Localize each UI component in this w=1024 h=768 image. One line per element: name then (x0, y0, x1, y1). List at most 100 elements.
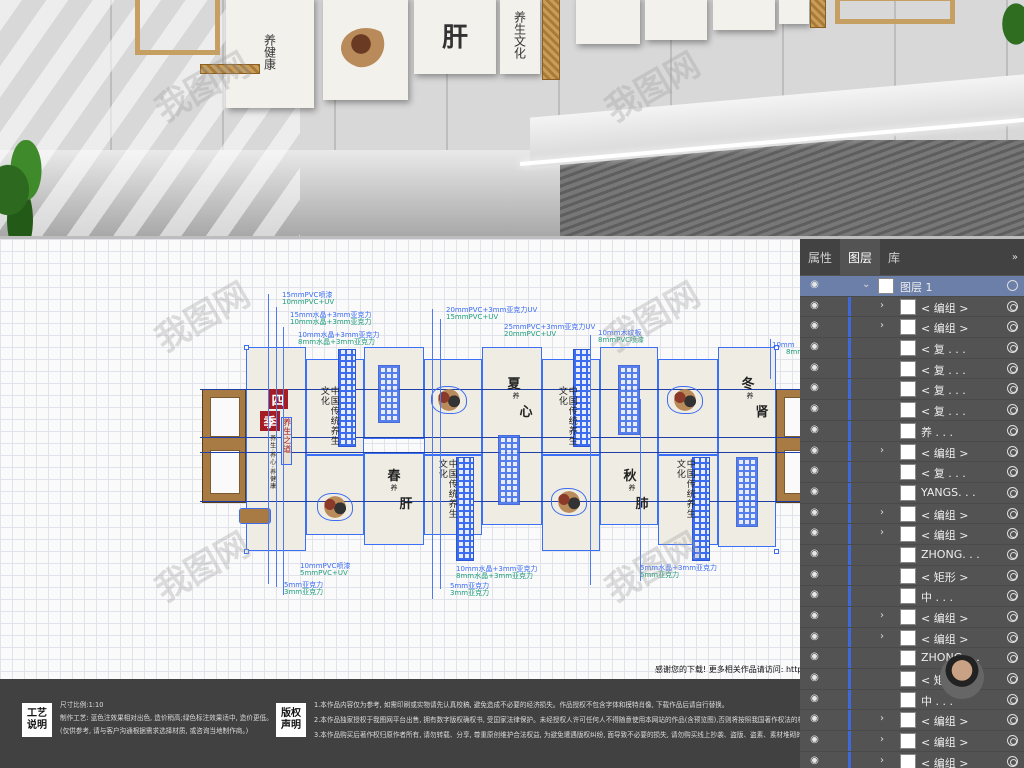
layer-row[interactable]: ◉ 中 . . . (800, 689, 1024, 711)
visibility-eye-icon[interactable]: ◉ (808, 755, 821, 766)
layer-row[interactable]: ◉ < 复 . . . (800, 462, 1024, 483)
layer-name[interactable]: 中 . . . (921, 693, 953, 709)
target-icon[interactable] (1007, 611, 1018, 622)
target-icon[interactable] (1007, 486, 1018, 498)
visibility-eye-icon[interactable]: ◉ (808, 548, 821, 559)
visibility-eye-icon[interactable]: ◉ (808, 321, 821, 331)
visibility-eye-icon[interactable]: ◉ (808, 342, 821, 352)
layer-row[interactable]: ◉ ZHONG. . . (800, 544, 1024, 566)
target-icon[interactable] (1007, 424, 1018, 436)
tab-properties[interactable]: 属性 (800, 239, 840, 275)
target-icon[interactable] (1007, 300, 1018, 312)
visibility-eye-icon[interactable]: ◉ (808, 445, 821, 456)
layer-name[interactable]: 养 . . . (921, 424, 953, 440)
layer-name[interactable]: < 编组 > (921, 527, 968, 543)
panel-menu-icon[interactable]: » (1012, 252, 1018, 263)
target-icon[interactable] (1007, 445, 1018, 457)
visibility-eye-icon[interactable]: ◉ (808, 362, 821, 373)
target-icon[interactable] (1007, 466, 1018, 478)
target-icon[interactable] (1007, 735, 1018, 747)
layer-row[interactable]: ◉ › < 编组 > (800, 524, 1024, 545)
tab-layers[interactable]: 图层 (840, 239, 881, 275)
layer-name[interactable]: ZHONG. . . (921, 548, 980, 561)
visibility-eye-icon[interactable]: ◉ (808, 486, 821, 497)
target-icon[interactable] (1007, 507, 1018, 519)
layer-row[interactable]: ◉ 养 . . . (800, 420, 1024, 442)
twirl-closed-icon[interactable]: › (880, 713, 884, 724)
target-icon[interactable] (1007, 673, 1018, 685)
twirl-closed-icon[interactable]: › (880, 445, 884, 456)
layer-name[interactable]: < 复 . . . (921, 362, 966, 378)
layer-name[interactable]: < 复 . . . (921, 382, 966, 398)
twirl-open-icon[interactable]: ⌄ (862, 279, 870, 290)
layer-row[interactable]: ◉ 中 . . . (800, 586, 1024, 607)
visibility-eye-icon[interactable]: ◉ (808, 631, 821, 642)
layer-row[interactable]: ◉ < 复 . . . (800, 379, 1024, 401)
layer-name[interactable]: < 复 . . . (921, 341, 966, 357)
target-icon[interactable] (1007, 548, 1018, 560)
layer-name[interactable]: YANGS. . . (921, 486, 976, 499)
layer-row[interactable]: ◉< 矩形 > (800, 565, 1024, 587)
visibility-eye-icon[interactable]: ◉ (808, 714, 821, 724)
layer-name[interactable]: < 编组 > (921, 734, 968, 750)
layer-name[interactable]: < 编组 > (921, 300, 968, 316)
layer-name[interactable]: < 编组 > (921, 445, 968, 461)
visibility-eye-icon[interactable]: ◉ (808, 507, 821, 518)
twirl-closed-icon[interactable]: › (880, 734, 884, 745)
visibility-eye-icon[interactable]: ◉ (808, 404, 821, 414)
layer-row[interactable]: ◉ YANGS. . . (800, 482, 1024, 504)
layer-row[interactable]: ◉< 矩形 > (800, 669, 1024, 690)
layer-name[interactable]: 中 . . . (921, 589, 953, 605)
twirl-closed-icon[interactable]: › (880, 610, 884, 621)
layer-row[interactable]: ◉ZHONG. . . (800, 648, 1024, 670)
layer-name[interactable]: < 矩形 > (921, 569, 968, 585)
layer-row[interactable]: ◉ › < 编组 > (800, 627, 1024, 649)
layer-row[interactable]: ◉ › < 编组 > (800, 710, 1024, 732)
layer-row-top[interactable]: ◉ ⌄ 图层 1 (800, 276, 1024, 297)
layer-row[interactable]: ◉ < 复 . . . (800, 358, 1024, 380)
twirl-closed-icon[interactable]: › (880, 755, 884, 766)
target-icon[interactable] (1007, 342, 1018, 354)
visibility-eye-icon[interactable]: ◉ (808, 590, 821, 600)
target-icon[interactable] (1007, 404, 1018, 416)
layer-name[interactable]: < 复 . . . (921, 465, 966, 481)
target-icon[interactable] (1007, 383, 1018, 395)
layer-name[interactable]: < 编组 > (921, 631, 968, 647)
visibility-eye-icon[interactable]: ◉ (808, 280, 821, 290)
twirl-closed-icon[interactable]: › (880, 527, 884, 538)
layer-name[interactable]: < 编组 > (921, 320, 968, 336)
target-icon[interactable] (1007, 693, 1018, 705)
target-icon[interactable] (1007, 590, 1018, 602)
artboard-canvas[interactable]: 四 季 养生之道 养生·养心·养健康 中国传统养生文化 中国传统养生文化 中国传… (0, 239, 921, 679)
twirl-closed-icon[interactable]: › (880, 300, 884, 311)
layers-panel[interactable]: 属性 图层 库 » ◉ ⌄ 图层 1 ◉ › < 编组 > ◉ › < 编组 > ◉ < 复 … (800, 239, 1024, 768)
layer-row[interactable]: ◉ › < 编组 > (800, 296, 1024, 318)
selection-handle[interactable] (244, 345, 249, 350)
layer-row[interactable]: ◉ < 复 . . . (800, 338, 1024, 359)
visibility-eye-icon[interactable]: ◉ (808, 528, 821, 538)
layer-name[interactable]: 图层 1 (900, 279, 933, 295)
visibility-eye-icon[interactable]: ◉ (808, 424, 821, 435)
selection-handle[interactable] (244, 549, 249, 554)
target-icon[interactable] (1007, 280, 1018, 291)
layer-name[interactable]: < 编组 > (921, 713, 968, 729)
layer-row[interactable]: ◉ › < 编组 > (800, 731, 1024, 752)
selection-handle[interactable] (774, 549, 779, 554)
target-icon[interactable] (1007, 321, 1018, 333)
layer-row[interactable]: ◉ › < 编组 > (800, 751, 1024, 768)
visibility-eye-icon[interactable]: ◉ (808, 466, 821, 476)
target-icon[interactable] (1007, 652, 1018, 664)
twirl-closed-icon[interactable]: › (880, 320, 884, 331)
visibility-eye-icon[interactable]: ◉ (808, 300, 821, 311)
target-icon[interactable] (1007, 569, 1018, 581)
target-icon[interactable] (1007, 714, 1018, 726)
visibility-eye-icon[interactable]: ◉ (808, 383, 821, 393)
layer-row[interactable]: ◉ < 复 . . . (800, 400, 1024, 421)
layer-name[interactable]: < 复 . . . (921, 403, 966, 419)
target-icon[interactable] (1007, 528, 1018, 540)
target-icon[interactable] (1007, 362, 1018, 374)
layer-name[interactable]: < 编组 > (921, 507, 968, 523)
visibility-eye-icon[interactable]: ◉ (808, 673, 821, 683)
visibility-eye-icon[interactable]: ◉ (808, 693, 821, 704)
layer-row[interactable]: ◉ › < 编组 > (800, 503, 1024, 525)
